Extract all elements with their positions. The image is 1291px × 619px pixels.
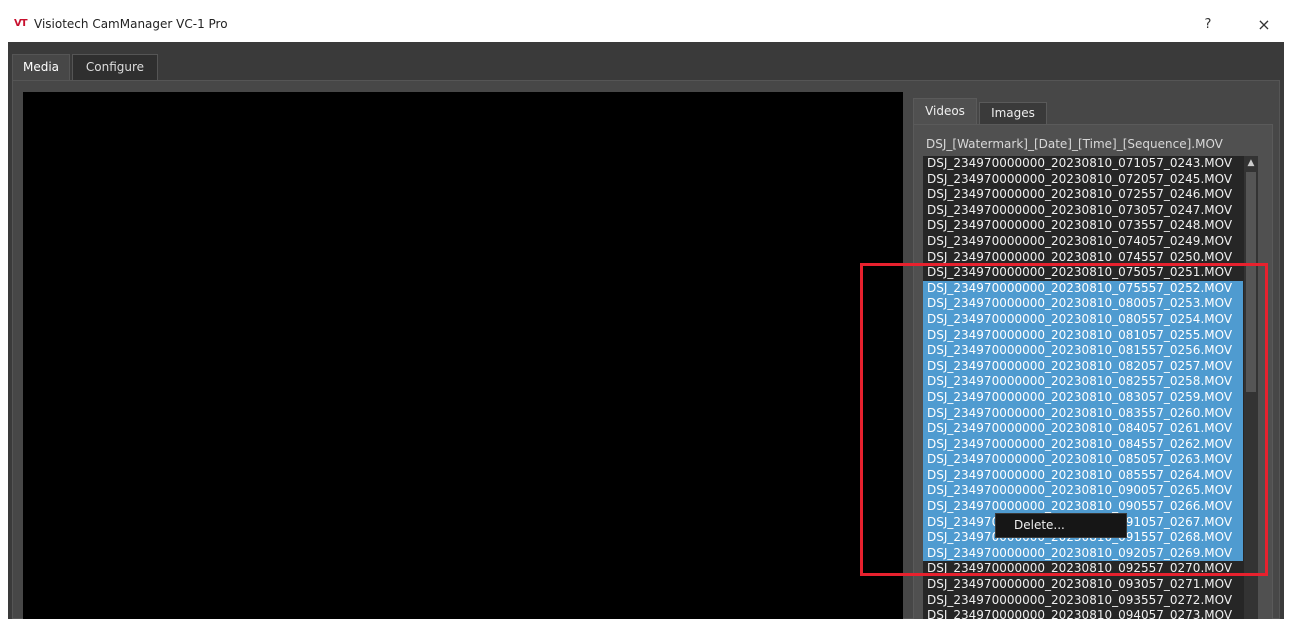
window-title: Visiotech CamManager VC-1 Pro	[34, 17, 228, 31]
list-item[interactable]: DSJ_234970000000_20230810_082057_0257.MO…	[923, 358, 1243, 375]
list-item[interactable]: DSJ_234970000000_20230810_085057_0263.MO…	[923, 452, 1243, 468]
tab-configure[interactable]: Configure	[72, 54, 158, 80]
tab-images[interactable]: Images	[979, 102, 1047, 124]
filename-pattern-label: DSJ_[Watermark]_[Date]_[Time]_[Sequence]…	[926, 137, 1223, 151]
list-item[interactable]: DSJ_234970000000_20230810_083557_0260.MO…	[923, 405, 1243, 422]
context-menu: Delete...	[995, 513, 1127, 538]
list-scrollbar[interactable]: ▲	[1244, 156, 1258, 619]
list-item[interactable]: DSJ_234970000000_20230810_081557_0256.MO…	[923, 343, 1243, 359]
list-item[interactable]: DSJ_234970000000_20230810_085557_0264.MO…	[923, 467, 1243, 484]
tab-media[interactable]: Media	[12, 54, 70, 80]
help-button[interactable]: ?	[1196, 13, 1220, 37]
list-item[interactable]: DSJ_234970000000_20230810_080057_0253.MO…	[923, 296, 1243, 312]
list-item[interactable]: DSJ_234970000000_20230810_073557_0248.MO…	[923, 218, 1243, 234]
tab-videos[interactable]: Videos	[913, 98, 977, 124]
title-bar: VT Visiotech CamManager VC-1 Pro ? ×	[8, 8, 1284, 42]
app-logo-icon: VT	[14, 18, 28, 29]
list-item[interactable]: DSJ_234970000000_20230810_075557_0252.MO…	[923, 280, 1243, 297]
video-preview	[23, 92, 903, 619]
videos-panel: DSJ_[Watermark]_[Date]_[Time]_[Sequence]…	[913, 124, 1273, 619]
list-item[interactable]: DSJ_234970000000_20230810_074557_0250.MO…	[923, 250, 1243, 266]
list-item[interactable]: DSJ_234970000000_20230810_073057_0247.MO…	[923, 203, 1243, 219]
list-item[interactable]: DSJ_234970000000_20230810_092557_0270.MO…	[923, 561, 1243, 577]
list-item[interactable]: DSJ_234970000000_20230810_092057_0269.MO…	[923, 545, 1243, 562]
list-item[interactable]: DSJ_234970000000_20230810_094057_0273.MO…	[923, 608, 1243, 619]
file-rows: DSJ_234970000000_20230810_071057_0243.MO…	[923, 156, 1243, 619]
list-item[interactable]: DSJ_234970000000_20230810_082557_0258.MO…	[923, 374, 1243, 390]
scroll-up-icon[interactable]: ▲	[1244, 156, 1258, 170]
list-item[interactable]: DSJ_234970000000_20230810_084557_0262.MO…	[923, 436, 1243, 453]
media-browser: Videos Images DSJ_[Watermark]_[Date]_[Ti…	[913, 92, 1279, 619]
list-item[interactable]: DSJ_234970000000_20230810_072557_0246.MO…	[923, 187, 1243, 203]
list-item[interactable]: DSJ_234970000000_20230810_075057_0251.MO…	[923, 265, 1243, 281]
list-item[interactable]: DSJ_234970000000_20230810_090057_0265.MO…	[923, 483, 1243, 500]
list-item[interactable]: DSJ_234970000000_20230810_084057_0261.MO…	[923, 421, 1243, 437]
list-item[interactable]: DSJ_234970000000_20230810_083057_0259.MO…	[923, 389, 1243, 406]
list-item[interactable]: DSJ_234970000000_20230810_072057_0245.MO…	[923, 172, 1243, 188]
list-item[interactable]: DSJ_234970000000_20230810_093057_0271.MO…	[923, 577, 1243, 593]
list-item[interactable]: DSJ_234970000000_20230810_093557_0272.MO…	[923, 593, 1243, 609]
list-item[interactable]: DSJ_234970000000_20230810_071057_0243.MO…	[923, 156, 1243, 172]
media-panel: Videos Images DSJ_[Watermark]_[Date]_[Ti…	[12, 80, 1280, 619]
scroll-thumb[interactable]	[1246, 172, 1256, 392]
close-button[interactable]: ×	[1252, 13, 1276, 37]
main-tab-bar: Media Configure	[8, 42, 1284, 80]
video-file-list[interactable]: DSJ_234970000000_20230810_071057_0243.MO…	[923, 156, 1258, 619]
list-item[interactable]: DSJ_234970000000_20230810_081057_0255.MO…	[923, 327, 1243, 344]
context-menu-delete[interactable]: Delete...	[1014, 518, 1065, 532]
list-item[interactable]: DSJ_234970000000_20230810_080557_0254.MO…	[923, 311, 1243, 328]
list-item[interactable]: DSJ_234970000000_20230810_074057_0249.MO…	[923, 234, 1243, 250]
